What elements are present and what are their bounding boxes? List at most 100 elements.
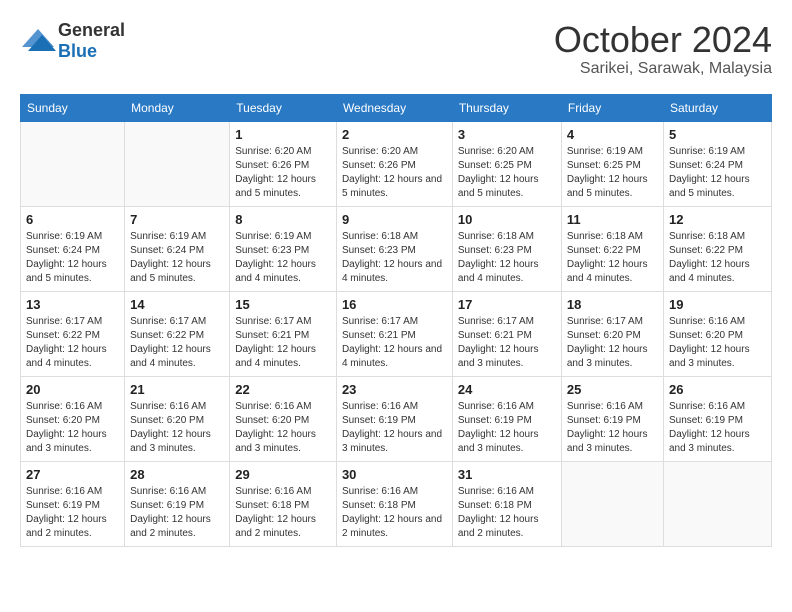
day-number: 16 <box>342 297 447 312</box>
calendar-cell <box>663 461 771 546</box>
day-info: Sunrise: 6:16 AMSunset: 6:19 PMDaylight:… <box>669 400 766 456</box>
day-number: 19 <box>669 297 766 312</box>
day-info: Sunrise: 6:20 AMSunset: 6:26 PMDaylight:… <box>342 145 447 201</box>
logo-blue: Blue <box>58 41 97 61</box>
title-block: October 2024 Sarikei, Sarawak, Malaysia <box>554 20 772 78</box>
day-number: 3 <box>458 127 556 142</box>
calendar-cell: 1 Sunrise: 6:20 AMSunset: 6:26 PMDaylight… <box>230 121 337 206</box>
logo-icon <box>20 27 56 55</box>
column-header-monday: Monday <box>125 94 230 121</box>
day-info: Sunrise: 6:17 AMSunset: 6:21 PMDaylight:… <box>235 315 331 371</box>
day-number: 20 <box>26 382 119 397</box>
day-number: 14 <box>130 297 224 312</box>
day-number: 4 <box>567 127 658 142</box>
day-number: 1 <box>235 127 331 142</box>
calendar-cell: 13 Sunrise: 6:17 AMSunset: 6:22 PMDayligh… <box>21 291 125 376</box>
day-info: Sunrise: 6:20 AMSunset: 6:25 PMDaylight:… <box>458 145 556 201</box>
day-number: 8 <box>235 212 331 227</box>
day-info: Sunrise: 6:17 AMSunset: 6:21 PMDaylight:… <box>458 315 556 371</box>
calendar-cell: 5 Sunrise: 6:19 AMSunset: 6:24 PMDaylight… <box>663 121 771 206</box>
day-info: Sunrise: 6:16 AMSunset: 6:19 PMDaylight:… <box>567 400 658 456</box>
day-number: 7 <box>130 212 224 227</box>
day-number: 10 <box>458 212 556 227</box>
column-header-saturday: Saturday <box>663 94 771 121</box>
calendar-cell: 24 Sunrise: 6:16 AMSunset: 6:19 PMDayligh… <box>452 376 561 461</box>
day-info: Sunrise: 6:16 AMSunset: 6:20 PMDaylight:… <box>235 400 331 456</box>
calendar-cell <box>561 461 663 546</box>
calendar-cell: 12Sunrise: 6:18 AMSunset: 6:22 PMDayligh… <box>663 206 771 291</box>
calendar-cell: 22 Sunrise: 6:16 AMSunset: 6:20 PMDayligh… <box>230 376 337 461</box>
day-info: Sunrise: 6:18 AMSunset: 6:22 PMDaylight:… <box>669 230 766 286</box>
calendar-cell: 2Sunrise: 6:20 AMSunset: 6:26 PMDaylight… <box>336 121 452 206</box>
calendar-cell: 3 Sunrise: 6:20 AMSunset: 6:25 PMDaylight… <box>452 121 561 206</box>
day-number: 22 <box>235 382 331 397</box>
calendar-week-row: 6Sunrise: 6:19 AMSunset: 6:24 PMDaylight… <box>21 206 772 291</box>
day-info: Sunrise: 6:18 AMSunset: 6:23 PMDaylight:… <box>342 230 447 286</box>
day-info: Sunrise: 6:19 AMSunset: 6:25 PMDaylight:… <box>567 145 658 201</box>
calendar-week-row: 27 Sunrise: 6:16 AMSunset: 6:19 PMDayligh… <box>21 461 772 546</box>
day-info: Sunrise: 6:18 AMSunset: 6:22 PMDaylight:… <box>567 230 658 286</box>
calendar-cell: 28Sunrise: 6:16 AMSunset: 6:19 PMDayligh… <box>125 461 230 546</box>
column-header-wednesday: Wednesday <box>336 94 452 121</box>
calendar-cell: 10Sunrise: 6:18 AMSunset: 6:23 PMDayligh… <box>452 206 561 291</box>
day-number: 9 <box>342 212 447 227</box>
calendar-cell: 14 Sunrise: 6:17 AMSunset: 6:22 PMDayligh… <box>125 291 230 376</box>
calendar-cell <box>125 121 230 206</box>
logo: General Blue <box>20 20 125 62</box>
column-header-friday: Friday <box>561 94 663 121</box>
calendar-cell: 30 Sunrise: 6:16 AMSunset: 6:18 PMDayligh… <box>336 461 452 546</box>
calendar-week-row: 20 Sunrise: 6:16 AMSunset: 6:20 PMDayligh… <box>21 376 772 461</box>
day-number: 15 <box>235 297 331 312</box>
calendar-cell: 7 Sunrise: 6:19 AMSunset: 6:24 PMDaylight… <box>125 206 230 291</box>
calendar-cell: 26Sunrise: 6:16 AMSunset: 6:19 PMDayligh… <box>663 376 771 461</box>
calendar-cell <box>21 121 125 206</box>
day-info: Sunrise: 6:16 AMSunset: 6:19 PMDaylight:… <box>130 485 224 541</box>
calendar-cell: 8 Sunrise: 6:19 AMSunset: 6:23 PMDaylight… <box>230 206 337 291</box>
calendar-table: SundayMondayTuesdayWednesdayThursdayFrid… <box>20 94 772 547</box>
column-header-tuesday: Tuesday <box>230 94 337 121</box>
day-info: Sunrise: 6:17 AMSunset: 6:21 PMDaylight:… <box>342 315 447 371</box>
day-number: 24 <box>458 382 556 397</box>
day-info: Sunrise: 6:16 AMSunset: 6:18 PMDaylight:… <box>235 485 331 541</box>
day-number: 23 <box>342 382 447 397</box>
day-info: Sunrise: 6:19 AMSunset: 6:24 PMDaylight:… <box>26 230 119 286</box>
day-info: Sunrise: 6:16 AMSunset: 6:18 PMDaylight:… <box>342 485 447 541</box>
calendar-header-row: SundayMondayTuesdayWednesdayThursdayFrid… <box>21 94 772 121</box>
calendar-cell: 17Sunrise: 6:17 AMSunset: 6:21 PMDayligh… <box>452 291 561 376</box>
day-info: Sunrise: 6:16 AMSunset: 6:19 PMDaylight:… <box>26 485 119 541</box>
day-info: Sunrise: 6:16 AMSunset: 6:19 PMDaylight:… <box>342 400 447 456</box>
day-number: 25 <box>567 382 658 397</box>
day-info: Sunrise: 6:19 AMSunset: 6:23 PMDaylight:… <box>235 230 331 286</box>
day-info: Sunrise: 6:20 AMSunset: 6:26 PMDaylight:… <box>235 145 331 201</box>
calendar-cell: 31Sunrise: 6:16 AMSunset: 6:18 PMDayligh… <box>452 461 561 546</box>
day-number: 11 <box>567 212 658 227</box>
month-year-title: October 2024 <box>554 20 772 60</box>
location-subtitle: Sarikei, Sarawak, Malaysia <box>554 60 772 78</box>
day-number: 27 <box>26 467 119 482</box>
day-info: Sunrise: 6:17 AMSunset: 6:22 PMDaylight:… <box>130 315 224 371</box>
day-number: 29 <box>235 467 331 482</box>
calendar-cell: 4 Sunrise: 6:19 AMSunset: 6:25 PMDaylight… <box>561 121 663 206</box>
day-info: Sunrise: 6:17 AMSunset: 6:22 PMDaylight:… <box>26 315 119 371</box>
day-info: Sunrise: 6:19 AMSunset: 6:24 PMDaylight:… <box>669 145 766 201</box>
day-info: Sunrise: 6:16 AMSunset: 6:19 PMDaylight:… <box>458 400 556 456</box>
day-info: Sunrise: 6:16 AMSunset: 6:20 PMDaylight:… <box>669 315 766 371</box>
calendar-cell: 25 Sunrise: 6:16 AMSunset: 6:19 PMDayligh… <box>561 376 663 461</box>
day-info: Sunrise: 6:16 AMSunset: 6:20 PMDaylight:… <box>130 400 224 456</box>
day-number: 30 <box>342 467 447 482</box>
calendar-cell: 16 Sunrise: 6:17 AMSunset: 6:21 PMDayligh… <box>336 291 452 376</box>
day-number: 21 <box>130 382 224 397</box>
day-info: Sunrise: 6:16 AMSunset: 6:18 PMDaylight:… <box>458 485 556 541</box>
page-header: General Blue October 2024 Sarikei, Saraw… <box>20 20 772 78</box>
calendar-cell: 20 Sunrise: 6:16 AMSunset: 6:20 PMDayligh… <box>21 376 125 461</box>
day-number: 5 <box>669 127 766 142</box>
logo-general: General <box>58 20 125 40</box>
calendar-cell: 21 Sunrise: 6:16 AMSunset: 6:20 PMDayligh… <box>125 376 230 461</box>
day-info: Sunrise: 6:19 AMSunset: 6:24 PMDaylight:… <box>130 230 224 286</box>
calendar-cell: 15 Sunrise: 6:17 AMSunset: 6:21 PMDayligh… <box>230 291 337 376</box>
column-header-thursday: Thursday <box>452 94 561 121</box>
calendar-week-row: 13 Sunrise: 6:17 AMSunset: 6:22 PMDayligh… <box>21 291 772 376</box>
day-number: 13 <box>26 297 119 312</box>
calendar-cell: 19 Sunrise: 6:16 AMSunset: 6:20 PMDayligh… <box>663 291 771 376</box>
day-info: Sunrise: 6:16 AMSunset: 6:20 PMDaylight:… <box>26 400 119 456</box>
